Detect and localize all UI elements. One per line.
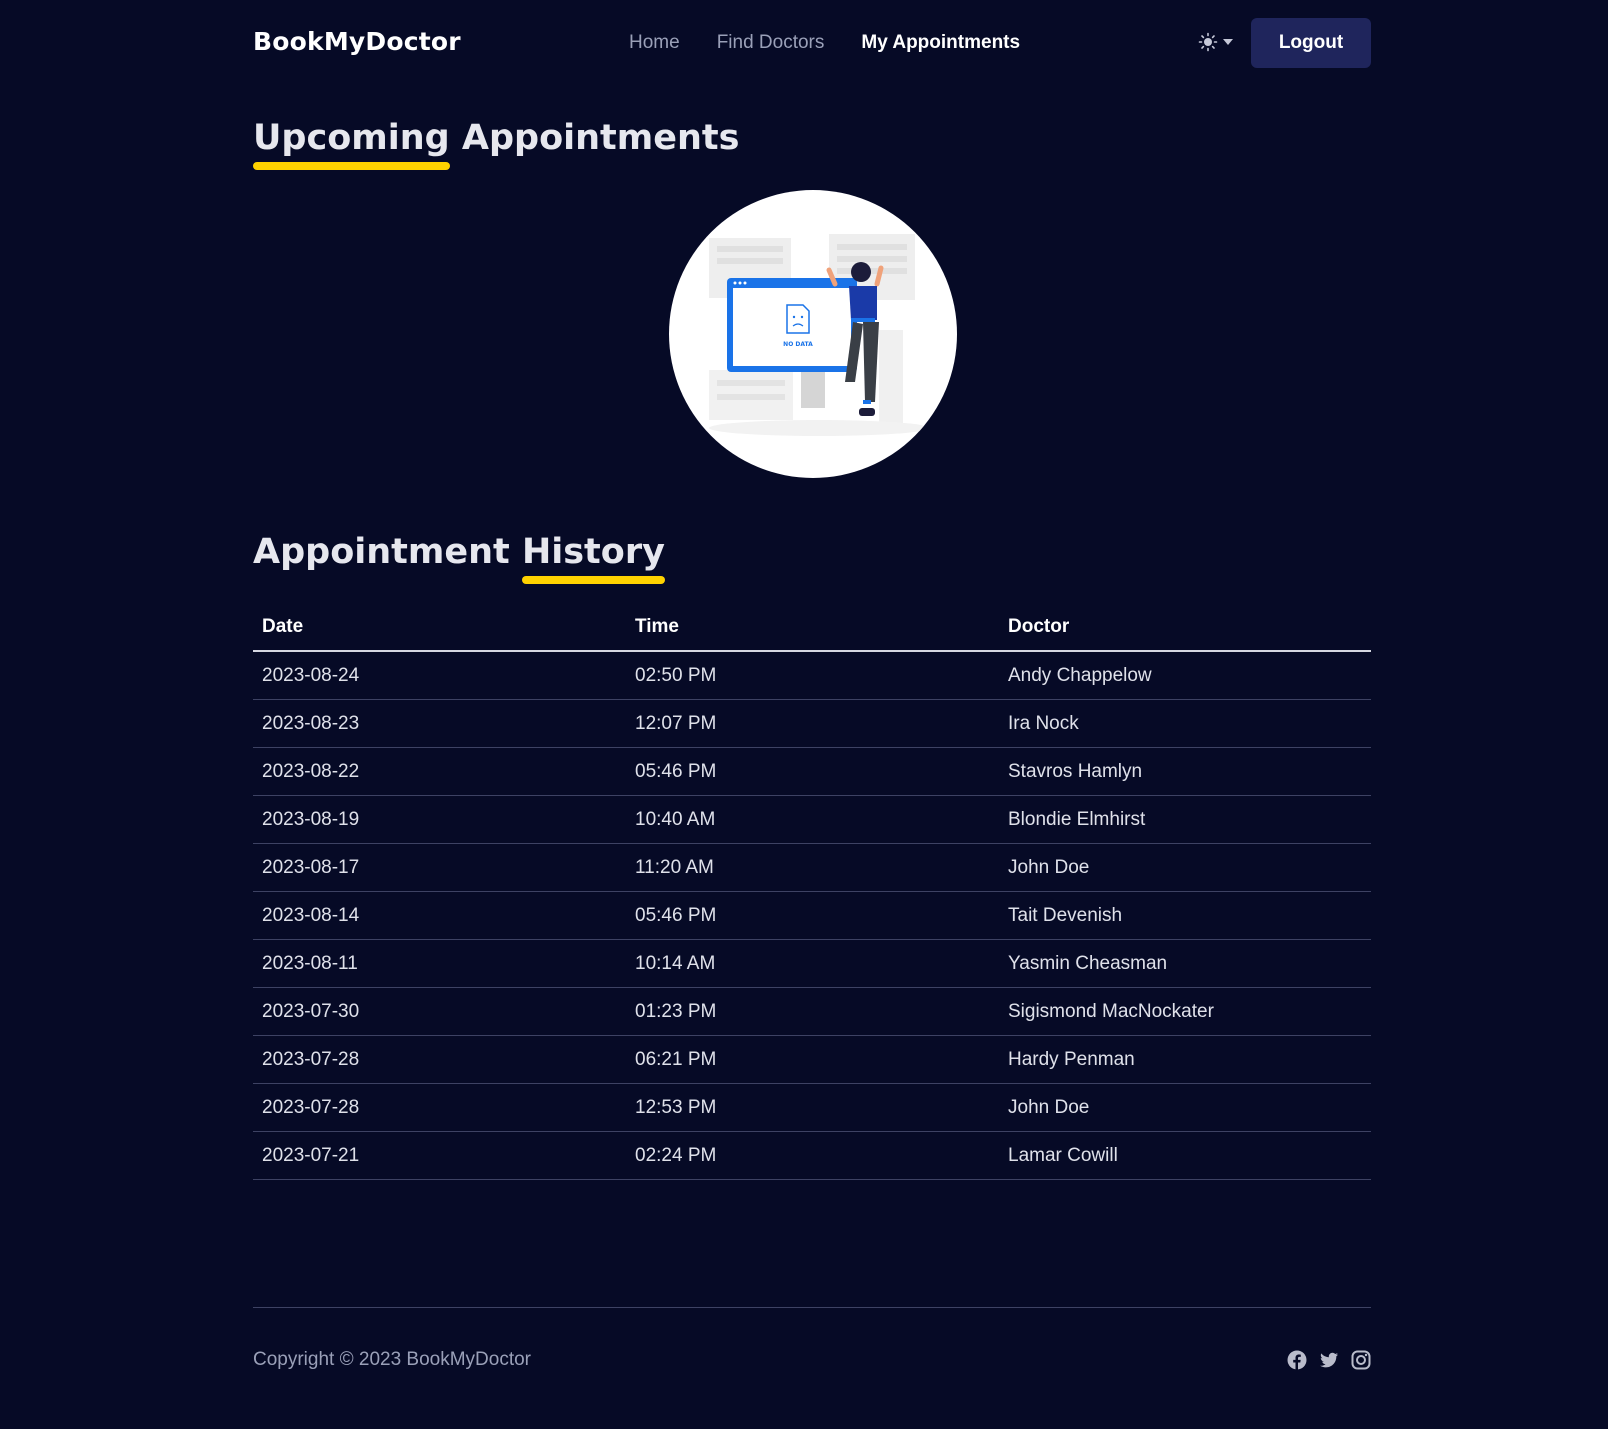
social-links <box>1287 1350 1371 1370</box>
table-header-row: Date Time Doctor <box>253 604 1371 652</box>
cell-doctor: Andy Chappelow <box>999 651 1371 700</box>
table-row: 2023-07-28 06:21 PM Hardy Penman <box>253 1035 1371 1084</box>
cell-doctor: Ira Nock <box>999 699 1371 748</box>
cell-time: 02:24 PM <box>626 1131 999 1180</box>
twitter-icon[interactable] <box>1319 1350 1339 1370</box>
cell-doctor: Stavros Hamlyn <box>999 747 1371 796</box>
cell-date: 2023-08-17 <box>253 843 626 892</box>
cell-time: 12:53 PM <box>626 1083 999 1132</box>
table-row: 2023-07-30 01:23 PM Sigismond MacNockater <box>253 987 1371 1036</box>
table-row: 2023-07-21 02:24 PM Lamar Cowill <box>253 1131 1371 1180</box>
title-highlight-word: History <box>521 532 665 584</box>
no-data-illustration: NO DATA <box>669 190 957 478</box>
table-row: 2023-08-23 12:07 PM Ira Nock <box>253 699 1371 748</box>
navbar: BookMyDoctor Home Find Doctors My Appoin… <box>253 18 1371 68</box>
cell-date: 2023-07-30 <box>253 987 626 1036</box>
cell-date: 2023-07-21 <box>253 1131 626 1180</box>
cell-time: 06:21 PM <box>626 1035 999 1084</box>
table-row: 2023-08-24 02:50 PM Andy Chappelow <box>253 651 1371 700</box>
no-data-illustration-svg: NO DATA <box>709 234 929 436</box>
nav-my-appointments-link[interactable]: My Appointments <box>861 32 1020 54</box>
column-header-doctor: Doctor <box>999 604 1371 652</box>
table-row: 2023-08-14 05:46 PM Tait Devenish <box>253 891 1371 940</box>
cell-date: 2023-08-14 <box>253 891 626 940</box>
nav-links: Home Find Doctors My Appointments <box>629 32 1020 54</box>
table-row: 2023-08-11 10:14 AM Yasmin Cheasman <box>253 939 1371 988</box>
appointment-history-table: Date Time Doctor 2023-08-24 02:50 PM Andy … <box>253 604 1371 1180</box>
sun-icon <box>1198 32 1218 52</box>
nav-home-link[interactable]: Home <box>629 32 680 54</box>
cell-date: 2023-07-28 <box>253 1035 626 1084</box>
cell-doctor: John Doe <box>999 843 1371 892</box>
cell-time: 10:14 AM <box>626 939 999 988</box>
cell-time: 02:50 PM <box>626 651 999 700</box>
appointment-history-title: Appointment History <box>253 532 665 584</box>
cell-doctor: John Doe <box>999 1083 1371 1132</box>
cell-date: 2023-08-19 <box>253 795 626 844</box>
column-header-time: Time <box>626 604 999 652</box>
footer-divider <box>253 1307 1371 1308</box>
table-row: 2023-08-19 10:40 AM Blondie Elmhirst <box>253 795 1371 844</box>
cell-time: 01:23 PM <box>626 987 999 1036</box>
logout-button[interactable]: Logout <box>1251 18 1371 68</box>
cell-date: 2023-08-11 <box>253 939 626 988</box>
cell-doctor: Hardy Penman <box>999 1035 1371 1084</box>
cell-doctor: Lamar Cowill <box>999 1131 1371 1180</box>
facebook-icon[interactable] <box>1287 1350 1307 1370</box>
page-container: BookMyDoctor Home Find Doctors My Appoin… <box>253 0 1371 1429</box>
title-word: Appointment <box>253 532 510 572</box>
table-row: 2023-08-22 05:46 PM Stavros Hamlyn <box>253 747 1371 796</box>
upcoming-appointments-title: Upcoming Appointments <box>253 118 740 170</box>
no-data-label: NO DATA <box>783 341 813 348</box>
cell-date: 2023-07-28 <box>253 1083 626 1132</box>
footer-copyright: Copyright © 2023 BookMyDoctor <box>253 1349 532 1370</box>
cell-doctor: Yasmin Cheasman <box>999 939 1371 988</box>
table-body: 2023-08-24 02:50 PM Andy Chappelow 2023-08… <box>253 651 1371 1180</box>
cell-doctor: Blondie Elmhirst <box>999 795 1371 844</box>
cell-date: 2023-08-22 <box>253 747 626 796</box>
table-row: 2023-08-17 11:20 AM John Doe <box>253 843 1371 892</box>
cell-date: 2023-08-24 <box>253 651 626 700</box>
cell-time: 10:40 AM <box>626 795 999 844</box>
cell-doctor: Sigismond MacNockater <box>999 987 1371 1036</box>
cell-time: 12:07 PM <box>626 699 999 748</box>
nav-find-doctors-link[interactable]: Find Doctors <box>717 32 825 54</box>
table-row: 2023-07-28 12:53 PM John Doe <box>253 1083 1371 1132</box>
cell-date: 2023-08-23 <box>253 699 626 748</box>
column-header-date: Date <box>253 604 626 652</box>
chevron-down-icon <box>1223 39 1233 45</box>
title-word: Appointments <box>461 118 740 158</box>
cell-time: 05:46 PM <box>626 747 999 796</box>
cell-time: 05:46 PM <box>626 891 999 940</box>
brand-logo[interactable]: BookMyDoctor <box>253 27 461 56</box>
cell-doctor: Tait Devenish <box>999 891 1371 940</box>
instagram-icon[interactable] <box>1351 1350 1371 1370</box>
theme-toggle-dropdown[interactable] <box>1198 28 1238 56</box>
title-highlight-word: Upcoming <box>253 118 450 170</box>
cell-time: 11:20 AM <box>626 843 999 892</box>
